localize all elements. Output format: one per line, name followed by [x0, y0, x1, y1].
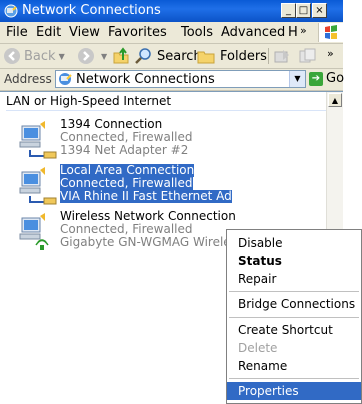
group-header: LAN or High-Speed Internet	[6, 94, 172, 108]
move-to-button[interactable]	[273, 46, 296, 66]
forward-button[interactable]: ▼	[77, 46, 107, 66]
address-bar: Address Network Connections ▼ ➔ Go	[0, 69, 344, 91]
address-dropdown-arrow-icon[interactable]: ▼	[289, 71, 305, 87]
menu-edit[interactable]: Edit	[36, 25, 61, 40]
menu-help[interactable]: H	[288, 25, 298, 40]
toolbar-overflow-chevron-icon[interactable]: »	[327, 47, 334, 60]
network-folder-icon	[59, 73, 72, 85]
go-arrow-icon: ➔	[309, 71, 323, 86]
folders-icon	[197, 51, 215, 64]
ctx-delete[interactable]: Delete	[227, 339, 361, 357]
forward-dropdown-arrow-icon[interactable]: ▼	[101, 52, 107, 61]
menu-file[interactable]: File	[6, 25, 28, 40]
search-button[interactable]: Search	[134, 46, 202, 66]
wireless-connection-icon	[19, 213, 49, 250]
move-to-icon	[274, 50, 289, 63]
ctx-create-shortcut[interactable]: Create Shortcut	[227, 321, 361, 339]
maximize-button[interactable]: □	[296, 3, 311, 18]
search-label: Search	[157, 48, 202, 64]
back-arrow-icon	[4, 48, 20, 64]
toolbar-separator	[268, 48, 269, 64]
menu-tools[interactable]: Tools	[181, 25, 213, 40]
ctx-separator	[229, 291, 359, 292]
scroll-up-arrow-icon[interactable]: ▲	[328, 93, 342, 107]
forward-arrow-icon	[78, 48, 94, 64]
search-icon	[135, 48, 151, 64]
menu-overflow-chevron-icon[interactable]: »	[300, 24, 307, 37]
back-dropdown-arrow-icon[interactable]: ▼	[59, 52, 65, 61]
close-button[interactable]: ×	[312, 3, 327, 18]
go-button[interactable]: ➔ Go	[309, 71, 344, 86]
network-connection-icon	[19, 167, 57, 205]
ctx-bridge-connections[interactable]: Bridge Connections	[227, 295, 361, 313]
ctx-status[interactable]: Status	[227, 252, 361, 270]
network-connection-icon	[19, 121, 57, 159]
back-button[interactable]: Back ▼	[3, 46, 65, 66]
minimize-button[interactable]: _	[281, 3, 296, 18]
menu-view[interactable]: View	[69, 25, 100, 40]
menu-bar: File Edit View Favorites Tools Advanced …	[0, 22, 343, 44]
up-folder-icon	[113, 47, 129, 64]
windows-logo-icon	[318, 23, 343, 42]
address-input[interactable]: Network Connections ▼	[55, 70, 306, 88]
folders-button[interactable]: Folders	[197, 46, 267, 66]
address-label: Address	[4, 72, 52, 86]
go-label: Go	[326, 71, 345, 86]
ctx-separator	[229, 378, 359, 379]
connection-device: 1394 Net Adapter #2	[60, 143, 189, 157]
back-label: Back	[24, 48, 56, 64]
connection-device: VIA Rhine II Fast Ethernet Ad	[60, 189, 232, 203]
menu-favorites[interactable]: Favorites	[108, 25, 167, 40]
up-folder-button[interactable]	[112, 46, 135, 66]
ctx-disable[interactable]: Disable	[227, 234, 361, 252]
folders-label: Folders	[220, 48, 267, 64]
ctx-properties[interactable]: Properties	[227, 382, 361, 400]
copy-to-button[interactable]	[298, 46, 321, 66]
group-divider	[6, 110, 334, 111]
network-connections-icon	[4, 4, 18, 18]
ctx-rename[interactable]: Rename	[227, 357, 361, 375]
ctx-repair[interactable]: Repair	[227, 270, 361, 288]
connection-item-local-area[interactable]: Local Area Connection Connected, Firewal…	[8, 164, 338, 208]
window-title: Network Connections	[22, 3, 161, 18]
title-bar[interactable]: Network Connections _ □ ×	[0, 0, 343, 22]
connection-item-1394[interactable]: 1394 Connection Connected, Firewalled 13…	[8, 118, 338, 162]
menu-advanced[interactable]: Advanced	[221, 25, 285, 40]
standard-toolbar: Back ▼ ▼ Search Folders »	[0, 44, 343, 69]
copy-to-icon	[299, 48, 316, 63]
context-menu: Disable Status Repair Bridge Connections…	[226, 229, 362, 404]
address-value: Network Connections	[76, 72, 215, 87]
